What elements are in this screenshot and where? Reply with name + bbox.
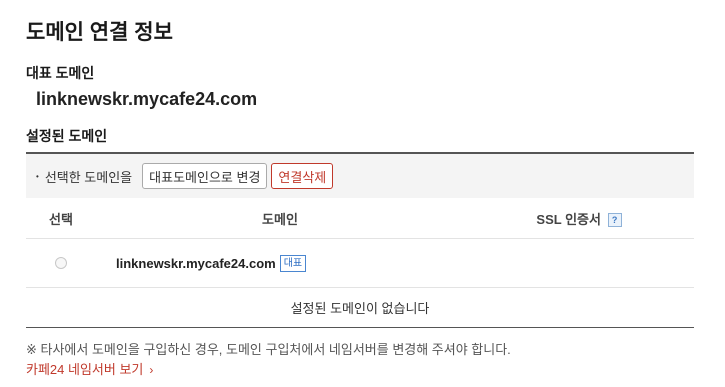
nameserver-notice: ※ 타사에서 도메인을 구입하신 경우, 도메인 구입처에서 네임서버를 변경해… <box>26 342 511 357</box>
view-nameserver-label: 카페24 네임서버 보기 <box>26 362 144 377</box>
header-select: 선택 <box>49 211 73 227</box>
primary-badge: 대표 <box>279 254 307 272</box>
bullet-icon: • <box>36 171 39 181</box>
page-title: 도메인 연결 정보 <box>26 21 173 44</box>
row-domain-cell: linknewskr.mycafe24.com 대표 <box>96 254 464 272</box>
header-ssl-label: SSL 인증서 <box>536 211 601 227</box>
view-nameserver-link[interactable]: 카페24 네임서버 보기 › <box>26 359 153 378</box>
help-icon[interactable]: ? <box>607 213 622 228</box>
chevron-right-icon: › <box>149 363 154 377</box>
set-primary-domain-button[interactable]: 대표도메인으로 변경 <box>142 163 268 189</box>
empty-message: 설정된 도메인이 없습니다 <box>26 288 694 328</box>
table-toolbar: • 선택한 도메인을 대표도메인으로 변경 연결삭제 <box>26 152 694 198</box>
row-select-cell <box>26 257 96 269</box>
configured-domains-label: 설정된 도메인 <box>26 128 108 144</box>
header-domain: 도메인 <box>262 211 298 227</box>
delete-connection-button[interactable]: 연결삭제 <box>271 163 334 189</box>
domain-table: • 선택한 도메인을 대표도메인으로 변경 연결삭제 선택 도메인 SSL 인증… <box>26 152 694 328</box>
primary-domain-value: linknewskr.mycafe24.com <box>36 89 258 109</box>
table-header: 선택 도메인 SSL 인증서 ? <box>26 198 694 239</box>
primary-domain-label: 대표 도메인 <box>26 65 95 81</box>
row-select-radio[interactable] <box>55 257 67 269</box>
header-ssl: SSL 인증서 ? <box>464 209 694 228</box>
row-domain-name: linknewskr.mycafe24.com <box>116 255 276 271</box>
toolbar-text: 선택한 도메인을 <box>44 169 133 185</box>
table-row: linknewskr.mycafe24.com 대표 <box>26 239 694 288</box>
